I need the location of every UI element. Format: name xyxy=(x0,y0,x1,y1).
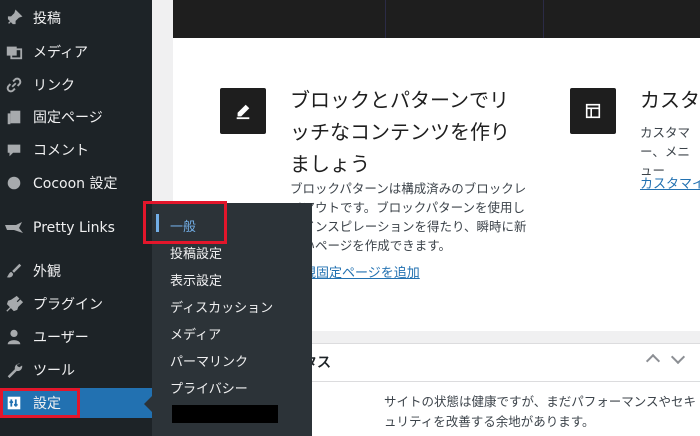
media-icon xyxy=(4,42,24,62)
feature-description: ブロックパターンは構成済みのブロックレイアウトです。ブロックパターンを使用してイ… xyxy=(290,181,527,253)
link-icon xyxy=(4,75,24,95)
page-icon xyxy=(4,107,24,127)
redacted-submenu-item xyxy=(172,405,278,423)
menu-label: 固定ページ xyxy=(33,110,103,126)
customize-link[interactable]: カスタマイ xyxy=(640,173,700,192)
pin-icon xyxy=(4,8,24,28)
submenu-discussion[interactable]: ディスカッション xyxy=(170,297,273,316)
comment-icon xyxy=(4,140,24,160)
menu-appearance[interactable]: 外観 xyxy=(0,256,152,286)
menu-label: ユーザー xyxy=(33,330,89,346)
feature-title: カスタ xyxy=(640,88,700,112)
submenu-pointer xyxy=(144,396,152,412)
layout-icon xyxy=(570,88,616,134)
submenu-reading[interactable]: 表示設定 xyxy=(170,270,222,289)
submenu-writing[interactable]: 投稿設定 xyxy=(170,243,222,262)
edit-icon xyxy=(220,88,266,134)
menu-users[interactable]: ユーザー xyxy=(0,322,152,352)
menu-label: ツール xyxy=(33,363,75,379)
menu-label: メディア xyxy=(33,45,89,61)
settings-highlight-box xyxy=(0,388,80,418)
menu-label: Cocoon 設定 xyxy=(33,176,118,192)
banner-divider xyxy=(385,0,386,38)
menu-label: コメント xyxy=(33,143,89,159)
menu-label: 投稿 xyxy=(33,11,61,27)
submenu-media[interactable]: メディア xyxy=(170,324,221,343)
menu-pretty-links[interactable]: Pretty Links xyxy=(0,213,152,243)
menu-pages[interactable]: 固定ページ xyxy=(0,102,152,132)
submenu-permalinks[interactable]: パーマリンク xyxy=(170,351,248,370)
menu-label: 外観 xyxy=(33,264,61,280)
chevron-down-icon[interactable] xyxy=(670,349,686,365)
feature-title: ブロックとパターンでリッチなコンテンツを作りましょう xyxy=(290,88,510,176)
brush-icon xyxy=(4,261,24,281)
menu-links[interactable]: リンク xyxy=(0,70,152,100)
user-icon xyxy=(4,327,24,347)
menu-label: リンク xyxy=(33,78,75,94)
cocoon-icon xyxy=(4,173,24,193)
admin-sidebar: 投稿 メディア リンク 固定ページ コメント Cocoon 設定 Pretty … xyxy=(0,0,152,436)
menu-comments[interactable]: コメント xyxy=(0,135,152,165)
welcome-banner xyxy=(173,0,700,38)
menu-cocoon-settings[interactable]: Cocoon 設定 xyxy=(0,168,152,198)
menu-tools[interactable]: ツール xyxy=(0,355,152,385)
menu-plugins[interactable]: プラグイン xyxy=(0,289,152,319)
feature-description: カスタマー、メニュー xyxy=(640,125,691,178)
menu-media[interactable]: メディア xyxy=(0,37,152,67)
banner-divider xyxy=(543,0,544,38)
submenu-privacy[interactable]: プライバシー xyxy=(170,378,248,397)
menu-label: プラグイン xyxy=(33,297,103,313)
plugin-icon xyxy=(4,294,24,314)
star-icon xyxy=(4,218,24,238)
site-health-status-text: サイトの状態は健康ですが、まだパフォーマンスやセキュリティを改善する余地がありま… xyxy=(384,394,697,429)
chevron-up-icon[interactable] xyxy=(645,353,661,369)
menu-posts[interactable]: 投稿 xyxy=(0,3,152,33)
wrench-icon xyxy=(4,360,24,380)
general-highlight-box xyxy=(143,201,227,244)
menu-label: Pretty Links xyxy=(33,220,115,236)
